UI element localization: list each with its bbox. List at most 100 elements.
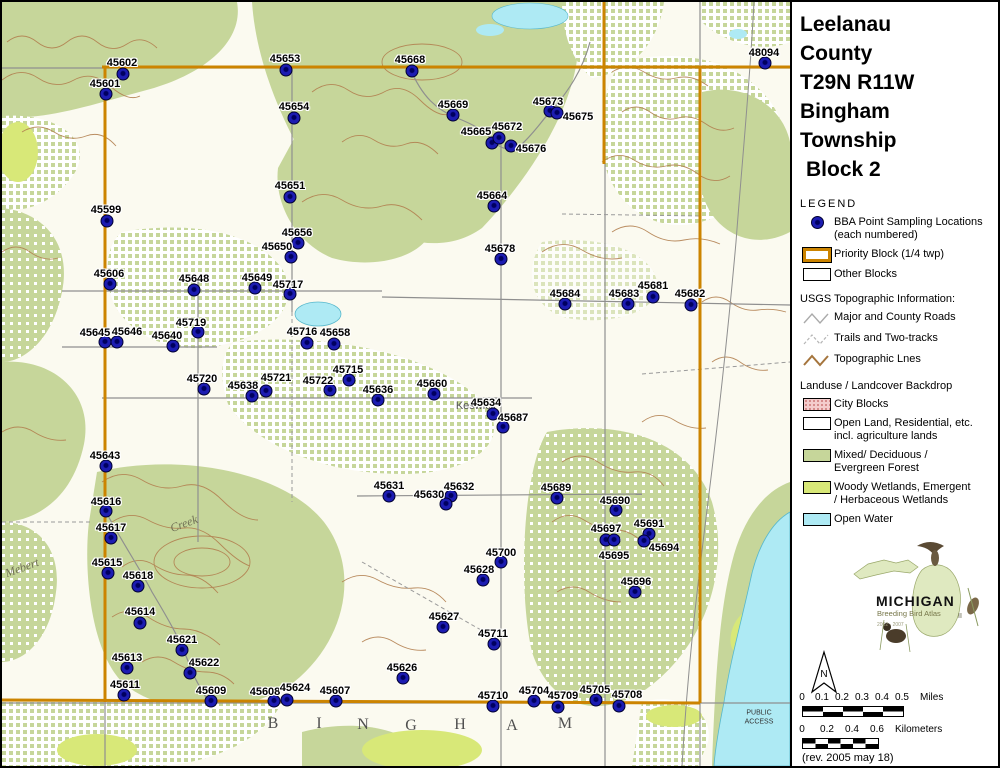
scale-tick: 0.6 xyxy=(870,724,884,735)
bba-point-label: 45691 xyxy=(634,518,665,530)
bba-point-label: 45622 xyxy=(189,657,220,669)
open-water-swatch xyxy=(803,513,831,526)
bba-point-label: 45676 xyxy=(516,143,547,155)
kilometers-bar xyxy=(802,738,879,749)
legend-item-priority-block: Priority Block (1/4 twp) xyxy=(800,248,1000,262)
legend-label: Other Blocks xyxy=(834,268,897,281)
usgs-item-topo-lines: Topographic Lnes xyxy=(800,353,1000,368)
map-page: BINGHAMCreekMebertKeswickPUBLICACCESS 45… xyxy=(0,0,1000,768)
bba-point-label: 45638 xyxy=(228,380,259,392)
scale-tick: 0.2 xyxy=(820,724,834,735)
legend-label: BBA Point Sampling Locations xyxy=(834,216,983,229)
legend-label: Topographic Lnes xyxy=(834,353,921,366)
bba-point-label: 45719 xyxy=(176,317,207,329)
bba-point-45614 xyxy=(134,617,147,630)
legend-label: City Blocks xyxy=(834,398,888,411)
legend-label: / Herbaceous Wetlands xyxy=(834,494,971,507)
scale-tick: 0.5 xyxy=(895,692,909,703)
title-line: Township xyxy=(800,126,1000,155)
bba-point-label: 45609 xyxy=(196,685,227,697)
bba-point-label: 45672 xyxy=(492,121,523,133)
bba-point-label: 45683 xyxy=(609,288,640,300)
legend-label: Mixed/ Deciduous / xyxy=(834,449,928,462)
bba-point-label: 45631 xyxy=(374,480,405,492)
scale-bar-miles: 0 0.1 0.2 0.3 0.4 0.5 Miles xyxy=(802,692,998,717)
svg-text:2002 - 2007: 2002 - 2007 xyxy=(877,622,904,628)
bba-point-label: 45704 xyxy=(519,685,550,697)
legend-item-other-blocks: Other Blocks xyxy=(800,268,1000,281)
trails-icon xyxy=(802,332,832,347)
legend-item-bba-points: BBA Point Sampling Locations (each numbe… xyxy=(800,216,1000,242)
bba-point-label: 45651 xyxy=(275,180,306,192)
bba-point-label: 45643 xyxy=(90,450,121,462)
landuse-item-open: Open Land, Residential, etc. incl. agric… xyxy=(800,417,1000,443)
legend-label: Open Water xyxy=(834,513,893,526)
map-canvas: BINGHAMCreekMebertKeswickPUBLICACCESS 45… xyxy=(2,2,790,766)
bba-point-45658 xyxy=(328,338,341,351)
landuse-item-city: City Blocks xyxy=(800,398,1000,411)
michigan-bba-logo: MICHIGAN Breeding Bird Atlas 2002 - 2007… xyxy=(840,540,998,663)
bba-point-label: 45607 xyxy=(320,685,351,697)
landuse-item-forest: Mixed/ Deciduous / Evergreen Forest xyxy=(800,449,1000,475)
scale-tick: 0 xyxy=(799,692,805,703)
bba-point-label: 45678 xyxy=(485,243,516,255)
bba-point-45672 xyxy=(493,132,506,145)
bba-point-label: 45632 xyxy=(444,481,475,493)
bba-point-label: 45682 xyxy=(675,288,706,300)
bba-point-label: 45656 xyxy=(282,227,313,239)
bba-point-label: 45658 xyxy=(320,327,351,339)
priority-block-swatch xyxy=(803,248,831,262)
scale-unit: Kilometers xyxy=(895,724,942,735)
bba-point-label: 45665 xyxy=(461,126,492,138)
bba-point-label: 45721 xyxy=(261,372,292,384)
bba-point-label: 45628 xyxy=(464,564,495,576)
bba-point-45708 xyxy=(613,700,626,713)
bba-point-label: 45630 xyxy=(414,489,445,501)
open-land-swatch xyxy=(803,417,831,430)
bba-point-label: 45681 xyxy=(638,280,669,292)
revision-note: (rev. 2005 may 18) xyxy=(802,752,894,764)
legend-label: Trails and Two-tracks xyxy=(834,332,938,345)
landuse-item-wetland: Woody Wetlands, Emergent / Herbaceous We… xyxy=(800,481,1000,507)
title-line: Block 2 xyxy=(800,155,1000,184)
bba-point-label: 45606 xyxy=(94,268,125,280)
other-blocks-swatch xyxy=(803,268,831,281)
bba-point-45681 xyxy=(647,291,660,304)
bba-point-label: 45645 xyxy=(80,327,111,339)
bba-point-label: 45700 xyxy=(486,547,517,559)
bba-point-label: 45711 xyxy=(478,628,508,640)
bba-point-label: 45616 xyxy=(91,496,122,508)
scale-tick: 0.4 xyxy=(875,692,889,703)
title-line: County xyxy=(800,39,1000,68)
legend-label: Evergreen Forest xyxy=(834,462,928,475)
bba-point-45668 xyxy=(406,65,419,78)
legend-label: Priority Block (1/4 twp) xyxy=(834,248,944,261)
bba-point-label: 45716 xyxy=(287,326,318,338)
bba-point-label: 45717 xyxy=(273,279,304,291)
legend-label: Open Land, Residential, etc. xyxy=(834,417,973,430)
bba-point-45648 xyxy=(188,284,201,297)
scale-unit: Miles xyxy=(920,692,943,703)
bba-point-label: 45613 xyxy=(112,652,143,664)
bba-point-45709 xyxy=(552,701,565,714)
landuse-heading: Landuse / Landcover Backdrop xyxy=(800,380,1000,392)
wetland-swatch xyxy=(803,481,831,494)
bba-point-label: 45648 xyxy=(179,273,210,285)
scale-tick: 0 xyxy=(799,724,805,735)
title-line: T29N R11W xyxy=(800,68,1000,97)
scale-tick: 0.4 xyxy=(845,724,859,735)
svg-text:N: N xyxy=(820,669,827,680)
bba-point-label: 45654 xyxy=(279,101,310,113)
bba-point-45682 xyxy=(685,299,698,312)
major-roads-icon xyxy=(802,311,832,326)
city-blocks-swatch xyxy=(803,398,831,411)
legend-label: Major and County Roads xyxy=(834,311,956,324)
bba-point-45654 xyxy=(288,112,301,125)
bba-point-label: 45669 xyxy=(438,99,469,111)
page-title: Leelanau County T29N R11W Bingham Townsh… xyxy=(800,10,1000,184)
forest-swatch xyxy=(803,449,831,462)
bba-point-45653 xyxy=(280,64,293,77)
bba-point-45675 xyxy=(551,107,564,120)
hawk-icon xyxy=(917,542,944,555)
topographic-lines-icon xyxy=(802,353,832,368)
